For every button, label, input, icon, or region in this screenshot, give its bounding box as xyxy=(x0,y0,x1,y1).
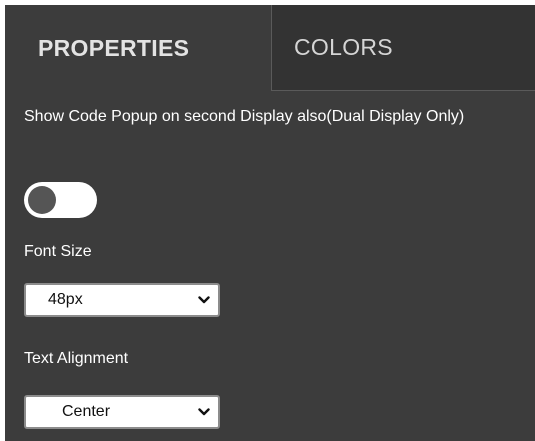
settings-panel: PROPERTIES COLORS Show Code Popup on sec… xyxy=(5,5,535,441)
font-size-select[interactable]: 48px xyxy=(24,283,220,317)
tab-bar: PROPERTIES COLORS xyxy=(5,5,535,91)
tab-colors[interactable]: COLORS xyxy=(271,5,535,91)
chevron-down-icon xyxy=(198,408,210,416)
dual-display-label: Show Code Popup on second Display also(D… xyxy=(24,108,465,125)
toggle-knob xyxy=(28,186,56,214)
text-alignment-value: Center xyxy=(62,403,111,420)
dual-display-toggle[interactable] xyxy=(24,182,97,218)
font-size-value: 48px xyxy=(48,291,83,308)
chevron-down-icon xyxy=(198,296,210,304)
text-alignment-select[interactable]: Center xyxy=(24,395,220,429)
tab-properties[interactable]: PROPERTIES xyxy=(5,5,271,91)
text-alignment-label: Text Alignment xyxy=(24,350,129,367)
font-size-label: Font Size xyxy=(24,243,92,260)
